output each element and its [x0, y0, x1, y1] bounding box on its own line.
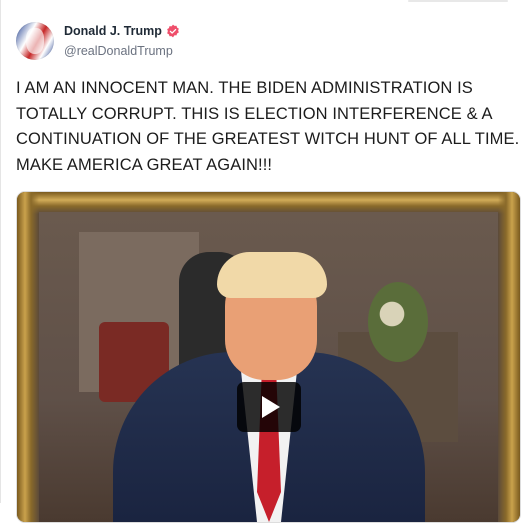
post-text: I AM AN INNOCENT MAN. THE BIDEN ADMINIST… — [16, 79, 520, 174]
play-button[interactable] — [237, 382, 301, 432]
post-header: Donald J. Trump @realDonaldTrump — [16, 22, 180, 60]
name-row: Donald J. Trump — [64, 24, 180, 38]
video-player[interactable] — [16, 191, 521, 523]
play-icon — [262, 396, 280, 418]
avatar[interactable] — [16, 22, 54, 60]
hair — [217, 252, 327, 298]
author-info: Donald J. Trump @realDonaldTrump — [64, 24, 180, 58]
verified-badge-svg — [167, 24, 179, 38]
avatar-face — [26, 28, 44, 54]
verified-badge-icon — [166, 24, 180, 38]
handle[interactable]: @realDonaldTrump — [64, 44, 180, 58]
post-card: Donald J. Trump @realDonaldTrump I AM AN… — [0, 0, 529, 523]
display-name[interactable]: Donald J. Trump — [64, 24, 162, 38]
